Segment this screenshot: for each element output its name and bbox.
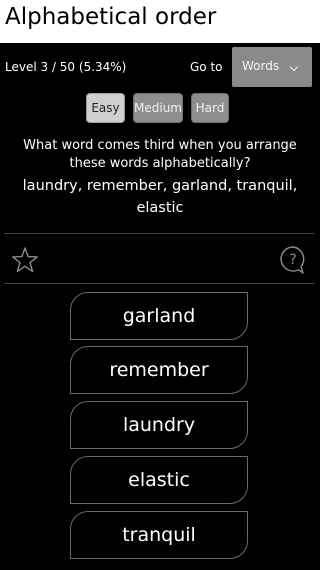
- difficulty-hard-button[interactable]: Hard: [191, 93, 229, 123]
- app-header: Alphabetical order: [0, 0, 320, 43]
- help-icon[interactable]: ?: [279, 245, 307, 275]
- svg-text:?: ?: [289, 252, 296, 268]
- question-block: What word comes third when you arrange t…: [0, 137, 320, 219]
- divider: [4, 283, 314, 284]
- level-progress-text: Level 3 / 50 (5.34%): [5, 60, 127, 74]
- chevron-down-icon: [289, 62, 299, 72]
- goto-select-value: Words: [242, 59, 280, 73]
- answer-option[interactable]: tranquil: [70, 511, 248, 559]
- level-row: Level 3 / 50 (5.34%) Go to Words: [0, 47, 320, 89]
- question-word-list: laundry, remember, garland, tranquil, el…: [22, 178, 298, 216]
- star-icon[interactable]: [11, 246, 39, 274]
- difficulty-easy-button[interactable]: Easy: [86, 93, 125, 123]
- answer-option[interactable]: laundry: [70, 401, 248, 449]
- answer-option[interactable]: garland: [70, 292, 248, 340]
- goto-label: Go to: [190, 60, 223, 74]
- question-prompt: What word comes third when you arrange t…: [23, 138, 297, 171]
- app-title: Alphabetical order: [5, 4, 217, 30]
- answer-option[interactable]: remember: [70, 346, 248, 394]
- difficulty-medium-button[interactable]: Medium: [133, 93, 183, 123]
- divider: [4, 233, 314, 234]
- answer-option[interactable]: elastic: [70, 456, 248, 504]
- goto-select[interactable]: Words: [232, 47, 312, 87]
